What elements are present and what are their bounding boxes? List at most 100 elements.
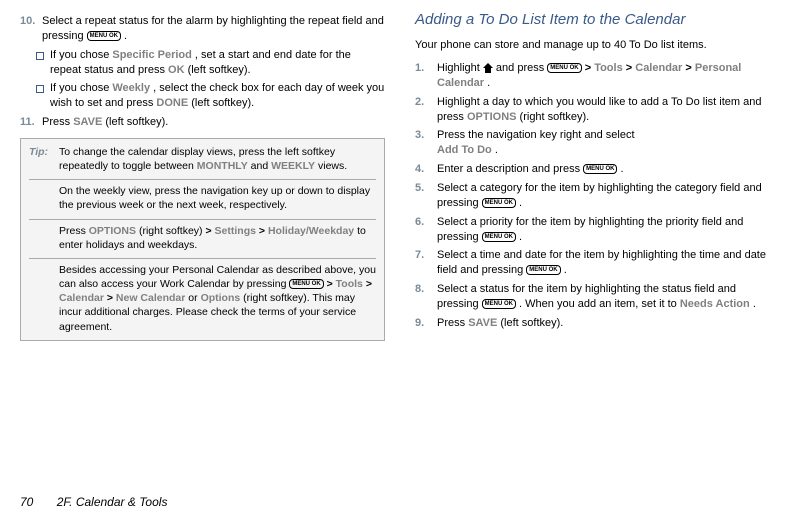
step-body: Enter a description and press MENU OK . bbox=[437, 162, 780, 177]
step-number: 5. bbox=[415, 181, 437, 211]
step-number: 11. bbox=[20, 115, 42, 130]
tip-label: Tip: bbox=[29, 145, 59, 173]
separator: > bbox=[366, 278, 372, 290]
home-icon bbox=[483, 63, 493, 73]
tip-row: Besides accessing your Personal Calendar… bbox=[29, 263, 376, 334]
step-body: Select a status for the item by highligh… bbox=[437, 282, 780, 312]
text: . bbox=[564, 264, 567, 276]
text: Press bbox=[437, 317, 468, 329]
intro-text: Your phone can store and manage up to 40… bbox=[415, 38, 780, 53]
menu-ok-key-icon: MENU OK bbox=[526, 265, 560, 275]
softkey-label: SAVE bbox=[73, 116, 102, 128]
step-number: 10. bbox=[20, 14, 42, 44]
bullet-body: If you chose Specific Period , set a sta… bbox=[50, 48, 385, 78]
label: New Calendar bbox=[116, 292, 185, 304]
step-10: 10. Select a repeat status for the alarm… bbox=[20, 14, 385, 44]
text: (left softkey). bbox=[500, 317, 563, 329]
softkey-label: SAVE bbox=[468, 317, 497, 329]
text: (right softkey) bbox=[139, 225, 206, 237]
tip-box: Tip: To change the calendar display view… bbox=[20, 138, 385, 341]
text: . bbox=[621, 163, 624, 175]
step-8: 8. Select a status for the item by highl… bbox=[415, 282, 780, 312]
text: (left softkey). bbox=[105, 116, 168, 128]
text: Select a time and date for the item by h… bbox=[437, 249, 766, 276]
separator: > bbox=[327, 278, 336, 290]
step-number: 7. bbox=[415, 248, 437, 278]
step-body: Select a priority for the item by highli… bbox=[437, 215, 780, 245]
divider bbox=[29, 179, 376, 180]
option-label: Specific Period bbox=[112, 49, 191, 61]
menu-ok-key-icon: MENU OK bbox=[482, 198, 516, 208]
right-column: Adding a To Do List Item to the Calendar… bbox=[400, 10, 780, 490]
text: Press bbox=[42, 116, 73, 128]
text: . bbox=[495, 144, 498, 156]
label: MONTHLY bbox=[197, 160, 248, 172]
square-bullet-icon bbox=[36, 52, 44, 60]
separator: > bbox=[205, 225, 214, 237]
label: Calendar bbox=[59, 292, 104, 304]
step-6: 6. Select a priority for the item by hig… bbox=[415, 215, 780, 245]
label: Tools bbox=[594, 62, 623, 74]
step-1: 1. Highlight and press MENU OK > Tools >… bbox=[415, 61, 780, 91]
text: . bbox=[519, 197, 522, 209]
page-number: 70 bbox=[20, 495, 33, 509]
step-number: 3. bbox=[415, 128, 437, 158]
page-content: 10. Select a repeat status for the alarm… bbox=[0, 0, 800, 495]
separator: > bbox=[585, 62, 594, 74]
step-body: Highlight a day to which you would like … bbox=[437, 95, 780, 125]
step-body: Press SAVE (left softkey). bbox=[42, 115, 385, 130]
label: Tools bbox=[336, 278, 363, 290]
step-number: 1. bbox=[415, 61, 437, 91]
divider bbox=[29, 258, 376, 259]
step-11: 11. Press SAVE (left softkey). bbox=[20, 115, 385, 130]
square-bullet-icon bbox=[36, 85, 44, 93]
step-number: 9. bbox=[415, 316, 437, 331]
step-number: 6. bbox=[415, 215, 437, 245]
text: and press bbox=[496, 62, 547, 74]
step-body: Select a time and date for the item by h… bbox=[437, 248, 780, 278]
step-number: 4. bbox=[415, 162, 437, 177]
label: Settings bbox=[215, 225, 256, 237]
bullet-weekly: If you chose Weekly , select the check b… bbox=[36, 81, 385, 111]
menu-ok-key-icon: MENU OK bbox=[289, 279, 323, 289]
label: Calendar bbox=[635, 62, 682, 74]
text: If you chose bbox=[50, 49, 112, 61]
text: or bbox=[188, 292, 200, 304]
text: views. bbox=[318, 160, 347, 172]
label: Holiday/Weekday bbox=[268, 225, 354, 237]
text: and bbox=[251, 160, 271, 172]
tip-body: Besides accessing your Personal Calendar… bbox=[59, 263, 376, 334]
softkey-label: OPTIONS bbox=[467, 111, 517, 123]
menu-ok-key-icon: MENU OK bbox=[482, 232, 516, 242]
tip-row: Tip: To change the calendar display view… bbox=[29, 145, 376, 173]
tip-body: On the weekly view, press the navigation… bbox=[59, 184, 376, 212]
tip-label-empty bbox=[29, 224, 59, 252]
tip-row: Press OPTIONS (right softkey) > Settings… bbox=[29, 224, 376, 252]
tip-row: On the weekly view, press the navigation… bbox=[29, 184, 376, 212]
step-body: Select a repeat status for the alarm by … bbox=[42, 14, 385, 44]
step-9: 9. Press SAVE (left softkey). bbox=[415, 316, 780, 331]
menu-ok-key-icon: MENU OK bbox=[583, 164, 617, 174]
separator: > bbox=[259, 225, 268, 237]
tip-label-empty bbox=[29, 263, 59, 334]
text: . bbox=[487, 77, 490, 89]
separator: > bbox=[626, 62, 635, 74]
step-2: 2. Highlight a day to which you would li… bbox=[415, 95, 780, 125]
text: (left softkey). bbox=[188, 64, 251, 76]
menu-ok-key-icon: MENU OK bbox=[482, 299, 516, 309]
page-footer: 70 2F. Calendar & Tools bbox=[0, 495, 800, 515]
step-7: 7. Select a time and date for the item b… bbox=[415, 248, 780, 278]
step-5: 5. Select a category for the item by hig… bbox=[415, 181, 780, 211]
text: . When you add an item, set it to bbox=[519, 298, 680, 310]
text: . bbox=[124, 30, 127, 42]
label: OPTIONS bbox=[89, 225, 136, 237]
option-label: Weekly bbox=[112, 82, 150, 94]
bullet-body: If you chose Weekly , select the check b… bbox=[50, 81, 385, 111]
text: . bbox=[753, 298, 756, 310]
text: (right softkey). bbox=[520, 111, 590, 123]
text: If you chose bbox=[50, 82, 112, 94]
separator: > bbox=[685, 62, 694, 74]
tip-label-empty bbox=[29, 184, 59, 212]
separator: > bbox=[107, 292, 116, 304]
tip-body: To change the calendar display views, pr… bbox=[59, 145, 376, 173]
